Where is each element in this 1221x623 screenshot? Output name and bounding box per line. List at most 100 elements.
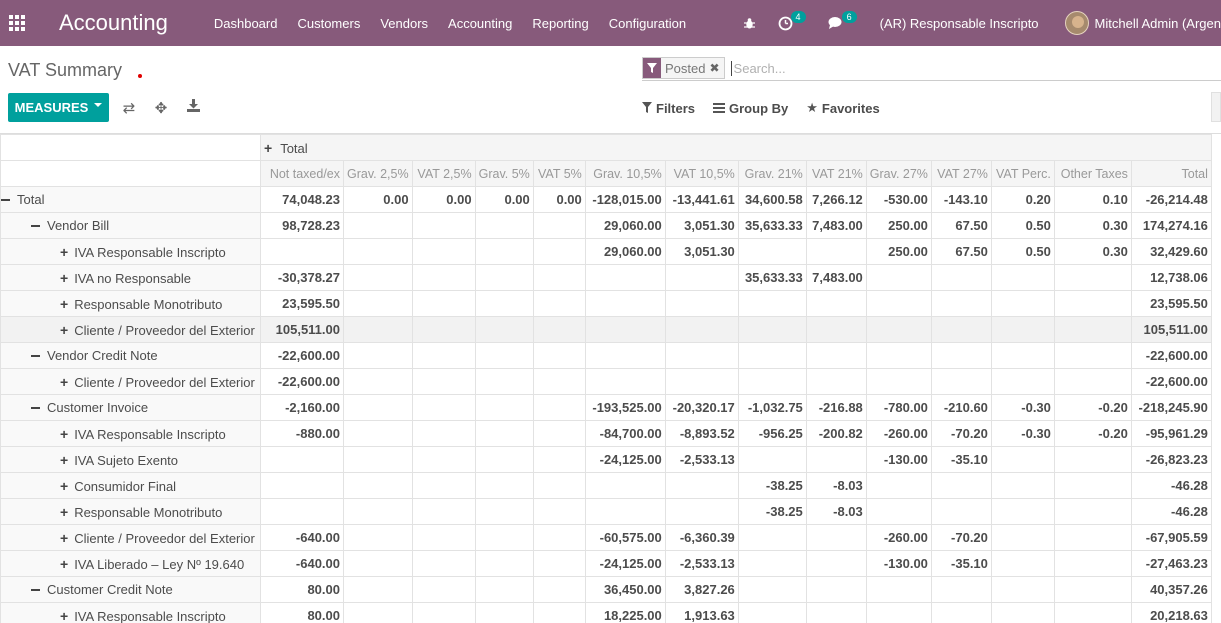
pivot-cell[interactable]: 98,728.23: [260, 212, 344, 239]
pivot-cell[interactable]: 7,266.12: [805, 186, 867, 213]
pivot-cell[interactable]: -26,823.23: [1130, 446, 1212, 473]
pivot-cell[interactable]: [411, 342, 476, 369]
pivot-cell[interactable]: [411, 212, 476, 239]
pivot-cell[interactable]: [532, 420, 586, 447]
pivot-cell[interactable]: [532, 602, 586, 623]
pivot-cell[interactable]: -46.28: [1130, 472, 1212, 499]
pivot-cell[interactable]: [474, 472, 534, 499]
pivot-cell[interactable]: 80.00: [260, 576, 344, 603]
pivot-cell[interactable]: 7,483.00: [805, 264, 867, 291]
pivot-cell[interactable]: [805, 446, 867, 473]
pivot-cell[interactable]: [930, 316, 992, 343]
pivot-cell[interactable]: [584, 316, 666, 343]
pivot-cell[interactable]: [532, 394, 586, 421]
pivot-cell[interactable]: [474, 394, 534, 421]
pivot-cell[interactable]: [930, 342, 992, 369]
pivot-cell[interactable]: -38.25: [737, 472, 807, 499]
measure-header[interactable]: VAT 10,5%: [664, 160, 739, 187]
pivot-cell[interactable]: -46.28: [1130, 498, 1212, 525]
company-switcher[interactable]: (AR) Responsable Inscripto: [868, 16, 1051, 31]
pivot-cell[interactable]: [343, 290, 413, 317]
pivot-cell[interactable]: [990, 524, 1055, 551]
pivot-cell[interactable]: 3,827.26: [664, 576, 739, 603]
menu-customers[interactable]: Customers: [287, 16, 370, 31]
pivot-cell[interactable]: [343, 446, 413, 473]
pivot-cell[interactable]: -260.00: [865, 420, 932, 447]
pivot-cell[interactable]: [474, 290, 534, 317]
pivot-cell[interactable]: [664, 264, 739, 291]
pivot-cell[interactable]: [1053, 342, 1132, 369]
pivot-cell[interactable]: 250.00: [865, 238, 932, 265]
pivot-cell[interactable]: [805, 524, 867, 551]
pivot-cell[interactable]: [474, 576, 534, 603]
pivot-cell[interactable]: [343, 576, 413, 603]
pivot-cell[interactable]: -35.10: [930, 550, 992, 577]
pivot-cell[interactable]: 0.00: [411, 186, 476, 213]
pivot-cell[interactable]: [1053, 264, 1132, 291]
pivot-cell[interactable]: [343, 368, 413, 395]
row-header[interactable]: + IVA Liberado – Ley Nº 19.640: [0, 550, 261, 577]
pivot-cell[interactable]: [532, 524, 586, 551]
pivot-cell[interactable]: 105,511.00: [1130, 316, 1212, 343]
pivot-cell[interactable]: [737, 550, 807, 577]
row-header[interactable]: + IVA Responsable Inscripto: [0, 602, 261, 623]
user-menu[interactable]: Mitchell Admin (Argen: [1051, 11, 1221, 35]
pivot-cell[interactable]: 35,633.33: [737, 212, 807, 239]
pivot-cell[interactable]: -30,378.27: [260, 264, 344, 291]
pivot-cell[interactable]: -130.00: [865, 446, 932, 473]
pivot-cell[interactable]: [1053, 602, 1132, 623]
measure-header[interactable]: Total: [1130, 160, 1212, 187]
pivot-cell[interactable]: [737, 238, 807, 265]
pivot-cell[interactable]: [805, 316, 867, 343]
pivot-cell[interactable]: [411, 290, 476, 317]
pivot-cell[interactable]: [990, 602, 1055, 623]
pivot-cell[interactable]: -6,360.39: [664, 524, 739, 551]
pivot-cell[interactable]: 40,357.26: [1130, 576, 1212, 603]
pivot-cell[interactable]: [474, 316, 534, 343]
pivot-cell[interactable]: -26,214.48: [1130, 186, 1212, 213]
pivot-cell[interactable]: [532, 238, 586, 265]
pivot-cell[interactable]: [411, 394, 476, 421]
pivot-cell[interactable]: 0.10: [1053, 186, 1132, 213]
row-header[interactable]: + IVA Responsable Inscripto: [0, 238, 261, 265]
pivot-cell[interactable]: 7,483.00: [805, 212, 867, 239]
pivot-cell[interactable]: -60,575.00: [584, 524, 666, 551]
menu-accounting[interactable]: Accounting: [438, 16, 522, 31]
pivot-cell[interactable]: [260, 498, 344, 525]
pivot-cell[interactable]: [865, 472, 932, 499]
debug-bug-icon[interactable]: [732, 17, 767, 30]
pivot-cell[interactable]: [930, 602, 992, 623]
pivot-cell[interactable]: 12,738.06: [1130, 264, 1212, 291]
pivot-cell[interactable]: 32,429.60: [1130, 238, 1212, 265]
pivot-cell[interactable]: [865, 576, 932, 603]
pivot-cell[interactable]: [865, 342, 932, 369]
pivot-cell[interactable]: [532, 212, 586, 239]
pivot-cell[interactable]: [584, 290, 666, 317]
pivot-cell[interactable]: -22,600.00: [1130, 368, 1212, 395]
pivot-cell[interactable]: 29,060.00: [584, 238, 666, 265]
pivot-cell[interactable]: -70.20: [930, 420, 992, 447]
pivot-cell[interactable]: [990, 368, 1055, 395]
app-brand[interactable]: Accounting: [34, 10, 204, 36]
pivot-cell[interactable]: [1053, 524, 1132, 551]
pivot-cell[interactable]: [865, 368, 932, 395]
pivot-cell[interactable]: [1053, 446, 1132, 473]
pivot-cell[interactable]: 23,595.50: [260, 290, 344, 317]
search-input[interactable]: [730, 60, 1031, 76]
pivot-cell[interactable]: [532, 576, 586, 603]
pivot-cell[interactable]: [343, 394, 413, 421]
pivot-cell[interactable]: [664, 342, 739, 369]
measure-header[interactable]: VAT Perc.: [990, 160, 1055, 187]
row-header[interactable]: + IVA Responsable Inscripto: [0, 420, 261, 447]
pivot-cell[interactable]: -640.00: [260, 550, 344, 577]
pivot-cell[interactable]: [930, 368, 992, 395]
groupby-dropdown[interactable]: Group By: [713, 100, 788, 116]
pivot-cell[interactable]: [737, 342, 807, 369]
pivot-cell[interactable]: 174,274.16: [1130, 212, 1212, 239]
pivot-cell[interactable]: -0.20: [1053, 420, 1132, 447]
pivot-cell[interactable]: 23,595.50: [1130, 290, 1212, 317]
pivot-cell[interactable]: [664, 316, 739, 343]
pivot-cell[interactable]: -8.03: [805, 498, 867, 525]
pivot-cell[interactable]: [474, 602, 534, 623]
expand-all-arrows-icon[interactable]: ✥: [152, 99, 170, 117]
